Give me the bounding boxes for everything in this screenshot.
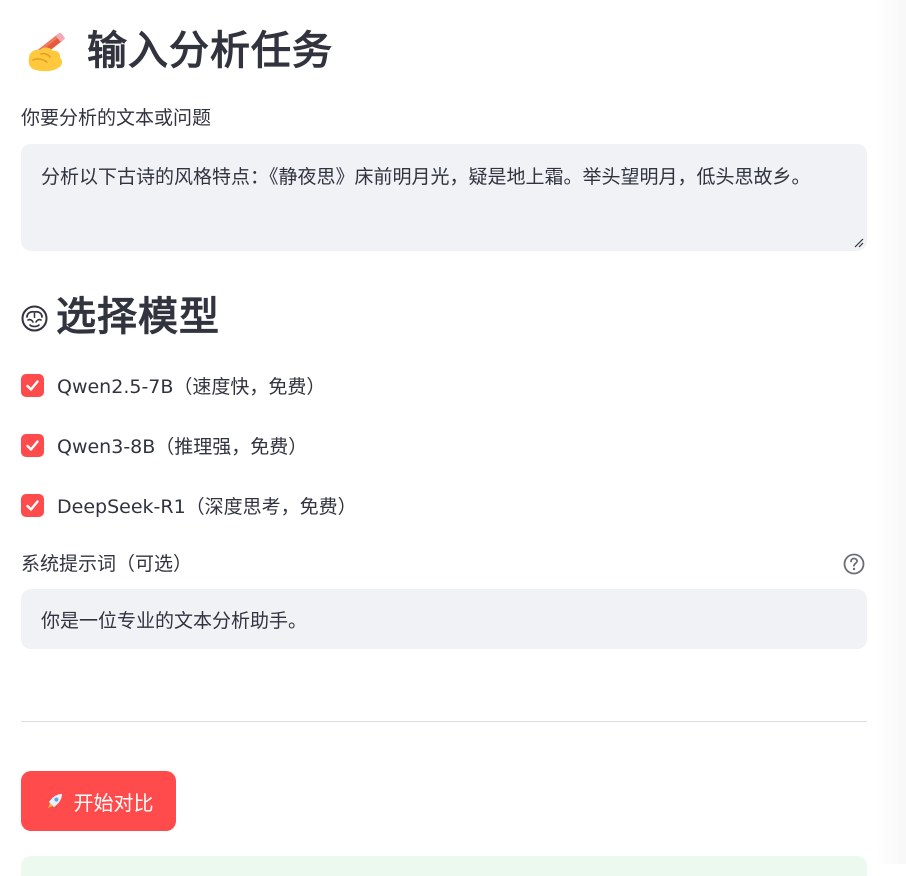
question-circle-icon[interactable] (843, 553, 865, 575)
task-section-title: 输入分析任务 (23, 28, 333, 74)
right-edge-shade (876, 0, 906, 864)
model-section-title-text: 选择模型 (56, 294, 220, 340)
checkbox-checked[interactable] (21, 433, 44, 457)
divider (21, 721, 867, 722)
task-input-label: 你要分析的文本或问题 (21, 107, 212, 129)
model-checkbox-label: DeepSeek-R1（深度思考，免费） (57, 495, 357, 518)
rocket-icon (46, 793, 62, 810)
model-checkbox-qwen25[interactable]: Qwen2.5-7B（速度快，免费） (21, 373, 326, 398)
checkmark-icon (26, 379, 39, 391)
model-checkbox-deepseek[interactable]: DeepSeek-R1（深度思考，免费） (21, 493, 357, 518)
system-prompt-label: 系统提示词（可选） (21, 553, 193, 575)
brain-icon (21, 305, 48, 331)
task-textarea-value: 分析以下古诗的风格特点：《静夜思》床前明月光，疑是地上霜。举头望明月，低头思故乡… (41, 166, 811, 188)
checkbox-checked[interactable] (21, 493, 44, 517)
writing-hand-icon (28, 32, 65, 72)
task-textarea[interactable]: 分析以下古诗的风格特点：《静夜思》床前明月光，疑是地上霜。举头望明月，低头思故乡… (21, 144, 867, 251)
status-success-box (21, 856, 867, 876)
start-compare-button[interactable]: 开始对比 (21, 771, 176, 831)
model-section-title: 选择模型 (21, 294, 220, 340)
model-checkbox-label: Qwen2.5-7B（速度快，免费） (57, 375, 326, 398)
model-checkbox-qwen3[interactable]: Qwen3-8B（推理强，免费） (21, 433, 308, 458)
model-checkbox-label: Qwen3-8B（推理强，免费） (57, 435, 308, 458)
resize-grip-icon[interactable] (854, 238, 864, 248)
checkmark-icon (26, 499, 39, 511)
start-compare-button-label: 开始对比 (73, 790, 154, 815)
task-section-title-text: 输入分析任务 (87, 28, 333, 74)
system-prompt-value: 你是一位专业的文本分析助手。 (41, 609, 308, 632)
checkmark-icon (26, 439, 39, 451)
checkbox-checked[interactable] (21, 373, 44, 397)
system-prompt-input[interactable]: 你是一位专业的文本分析助手。 (21, 589, 867, 649)
